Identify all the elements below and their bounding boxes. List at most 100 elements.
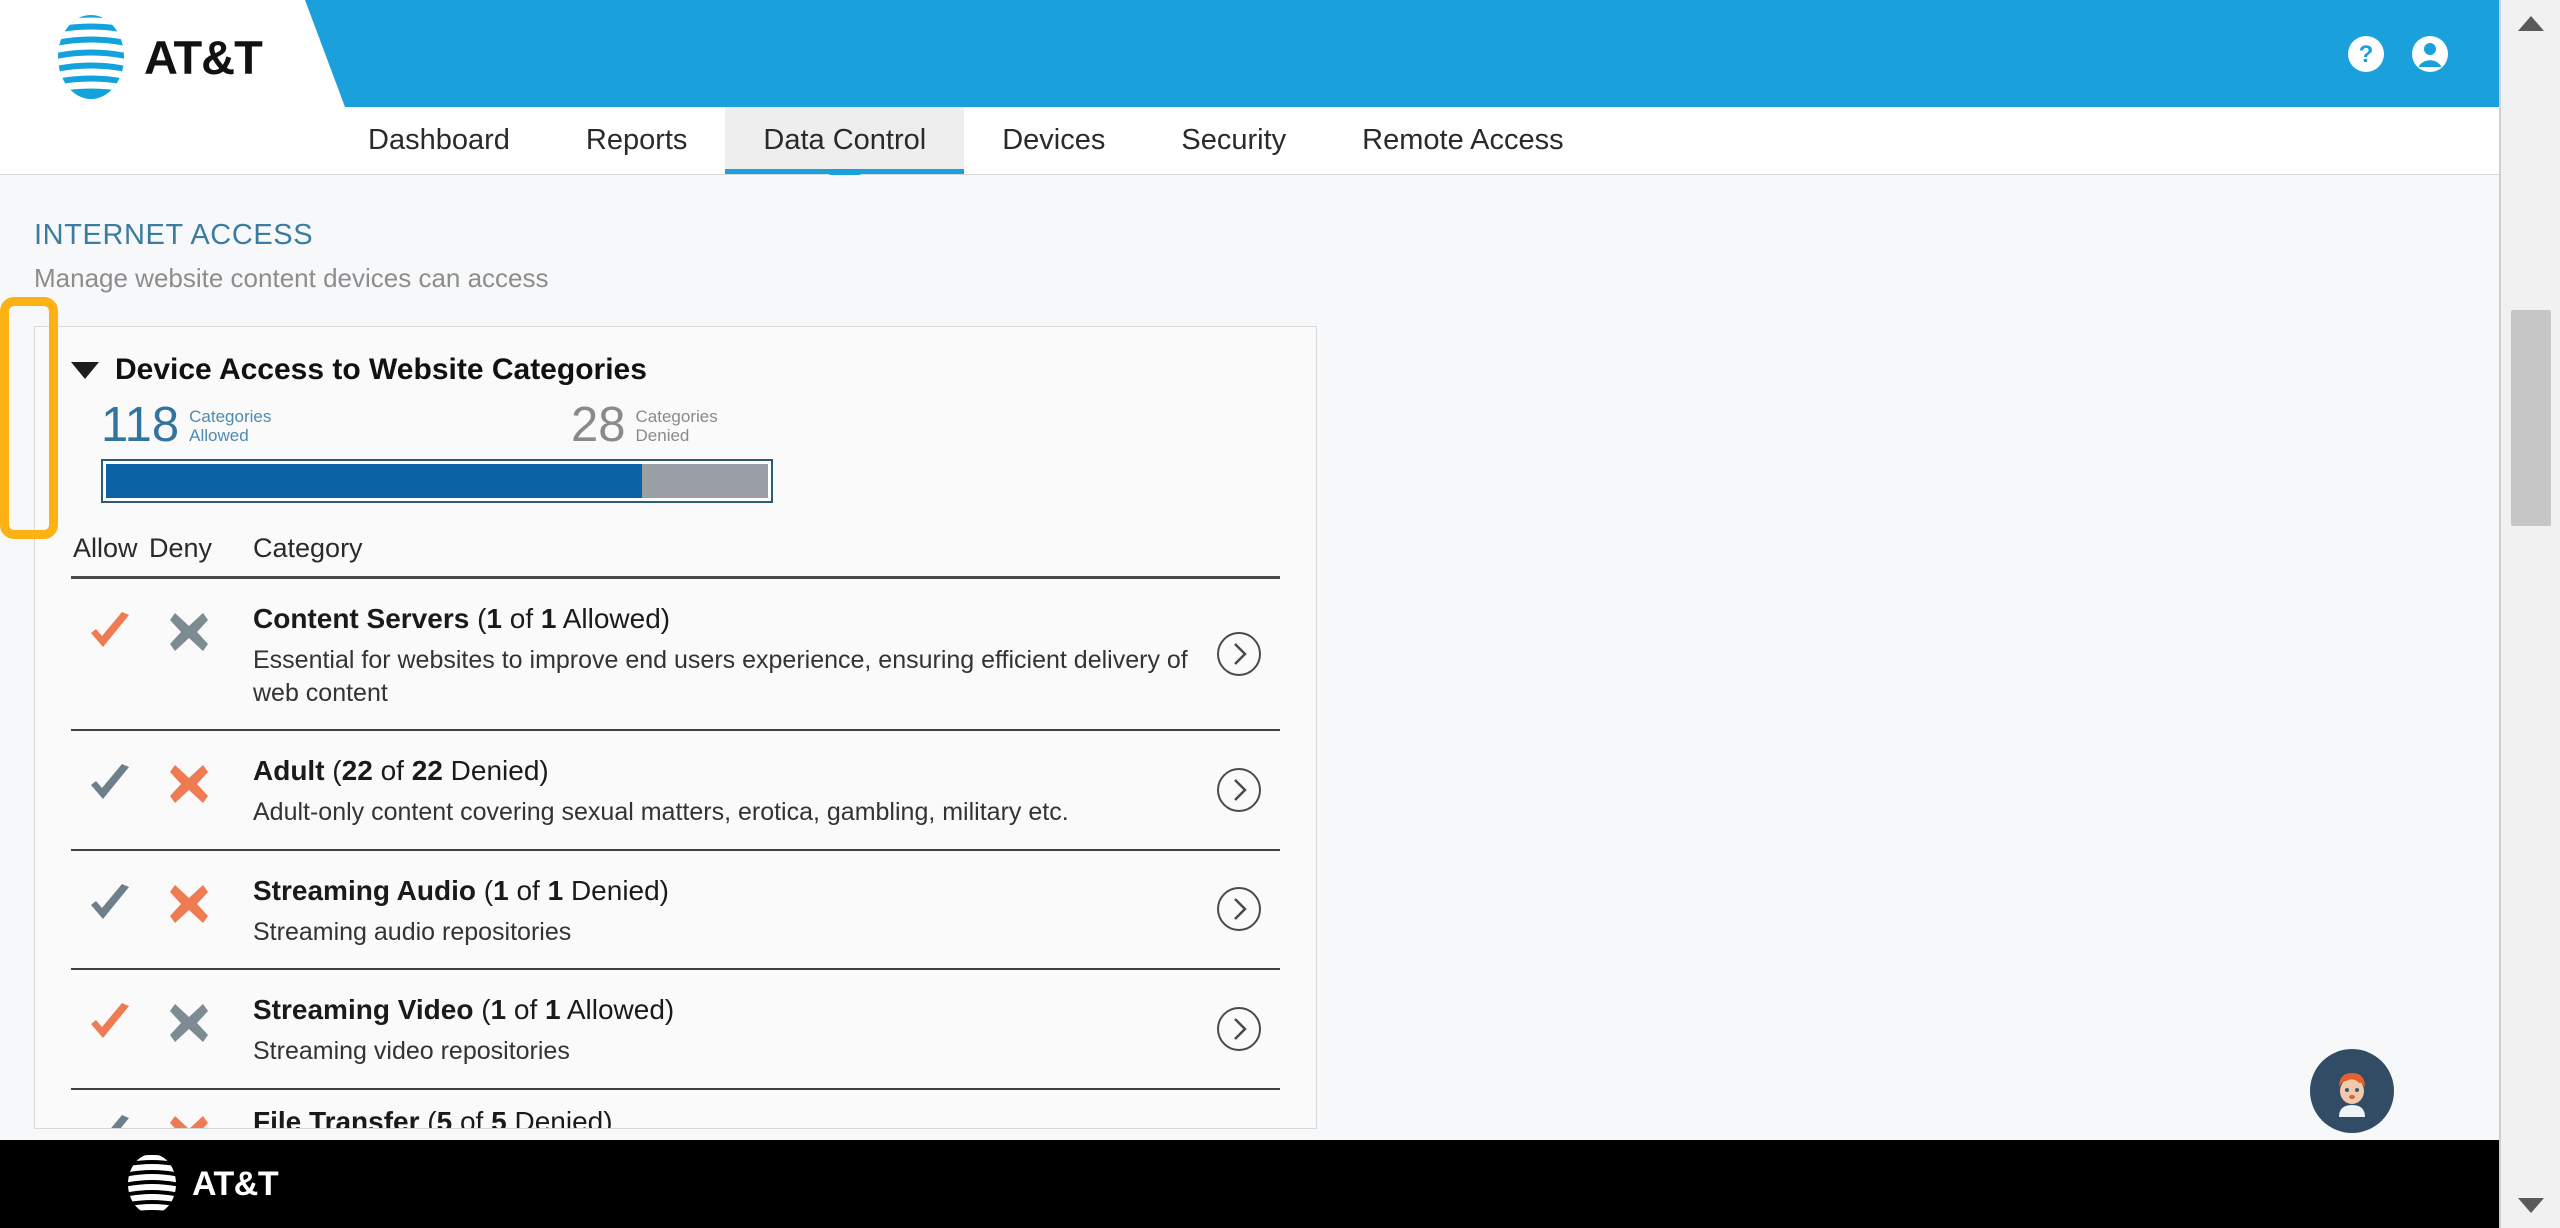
chevron-down-icon[interactable] xyxy=(71,361,99,379)
denied-label: Categories Denied xyxy=(636,407,718,445)
category-title-line: Streaming Audio (1 of 1 Denied) xyxy=(253,873,1220,908)
deny-toggle-cell[interactable] xyxy=(149,753,229,807)
deny-cross-icon[interactable] xyxy=(166,1112,212,1128)
category-count-a: 22 xyxy=(341,755,373,786)
chevron-right-circle-icon[interactable] xyxy=(1216,1006,1262,1052)
allowed-count: 118 xyxy=(101,398,180,452)
category-count-of: of xyxy=(508,874,548,906)
category-status: Allowed) xyxy=(556,603,671,634)
tab-dashboard[interactable]: Dashboard xyxy=(330,107,548,174)
tab-devices-label: Devices xyxy=(1002,124,1106,156)
deny-cross-icon[interactable] xyxy=(166,761,212,807)
category-description: Essential for websites to improve end us… xyxy=(253,646,1188,707)
category-name: File Transfer xyxy=(253,1105,420,1128)
allow-toggle-cell[interactable] xyxy=(71,601,149,655)
allow-toggle-cell[interactable] xyxy=(71,873,149,927)
category-cell: File Transfer (5 of 5 Denied) xyxy=(229,1104,1280,1128)
category-name: Adult xyxy=(253,755,325,786)
table-row[interactable]: Content Servers (1 of 1 Allowed) Essentia… xyxy=(71,579,1280,731)
category-cell: Streaming Audio (1 of 1 Denied) Streaming… xyxy=(229,873,1280,949)
browser-viewport: AT&T ? Dashboard Reports Data Control De… xyxy=(0,0,2500,1228)
category-status: Denied) xyxy=(506,1105,613,1128)
deny-cross-icon[interactable] xyxy=(166,1000,212,1046)
allow-check-icon[interactable] xyxy=(87,881,133,927)
denied-label-line1: Categories xyxy=(635,407,718,426)
card-header[interactable]: Device Access to Website Categories xyxy=(71,353,1280,387)
device-access-card: Device Access to Website Categories 118 … xyxy=(34,326,1317,1129)
category-title-line: Streaming Video (1 of 1 Allowed) xyxy=(253,992,1220,1027)
deny-toggle-cell[interactable] xyxy=(149,601,229,655)
category-count-a: 1 xyxy=(493,874,509,906)
allow-toggle-cell[interactable] xyxy=(71,753,149,807)
table-row[interactable]: Streaming Audio (1 of 1 Denied) Streaming… xyxy=(71,851,1280,970)
scroll-up-arrow-icon xyxy=(2518,15,2544,31)
category-name: Streaming Audio xyxy=(253,874,476,906)
tab-devices[interactable]: Devices xyxy=(964,107,1143,174)
chevron-right-circle-icon[interactable] xyxy=(1216,631,1262,677)
allow-check-icon[interactable] xyxy=(87,1112,133,1128)
allow-check-icon[interactable] xyxy=(87,1000,133,1046)
table-row[interactable]: Streaming Video (1 of 1 Allowed) Streamin… xyxy=(71,970,1280,1090)
allowed-label-line1: Categories xyxy=(189,407,272,426)
allow-check-icon[interactable] xyxy=(87,609,133,655)
category-count-a: 1 xyxy=(490,994,507,1025)
deny-cross-icon[interactable] xyxy=(166,609,212,655)
footer-att-logo: AT&T xyxy=(124,1153,279,1215)
category-status: Allowed) xyxy=(560,994,675,1025)
browser-scrollbar[interactable] xyxy=(2500,0,2560,1228)
category-cell: Streaming Video (1 of 1 Allowed) Streamin… xyxy=(229,992,1280,1068)
chevron-right-circle-icon[interactable] xyxy=(1216,886,1262,932)
att-globe-icon xyxy=(58,15,124,99)
scrollbar-thumb[interactable] xyxy=(2511,310,2551,526)
deny-toggle-cell[interactable] xyxy=(149,992,229,1046)
table-row[interactable]: File Transfer (5 of 5 Denied) xyxy=(71,1090,1280,1128)
category-cell: Content Servers (1 of 1 Allowed) Essentia… xyxy=(229,601,1280,709)
tab-data-control-label: Data Control xyxy=(763,124,927,156)
allow-check-icon[interactable] xyxy=(87,761,133,807)
page-footer: AT&T xyxy=(0,1140,2499,1228)
topbar-actions: ? xyxy=(2347,35,2449,73)
category-count-of: of xyxy=(506,994,546,1025)
main-navigation: Dashboard Reports Data Control Devices S… xyxy=(0,107,2499,190)
category-stats: 118 Categories Allowed 28 Categories Den… xyxy=(71,401,1280,459)
app-root: AT&T ? Dashboard Reports Data Control De… xyxy=(0,0,2560,1228)
help-circle-icon[interactable]: ? xyxy=(2347,35,2385,73)
deny-toggle-cell[interactable] xyxy=(149,873,229,927)
category-count-of: of xyxy=(501,603,541,634)
tab-data-control[interactable]: Data Control xyxy=(725,107,965,190)
table-header-row: Allow Deny Category xyxy=(71,533,1280,579)
page-subtitle: Manage website content devices can acces… xyxy=(34,263,549,293)
category-title-line: Content Servers (1 of 1 Allowed) xyxy=(253,601,1220,636)
category-title-line: File Transfer (5 of 5 Denied) xyxy=(253,1104,1220,1128)
category-description: Streaming audio repositories xyxy=(253,917,572,946)
category-name: Streaming Video xyxy=(253,994,474,1025)
top-brand-bar: AT&T ? xyxy=(0,0,2499,107)
tab-remote-access-label: Remote Access xyxy=(1362,124,1564,156)
tab-security[interactable]: Security xyxy=(1143,107,1324,174)
progress-fill xyxy=(106,464,643,498)
category-count-open: ( xyxy=(475,874,494,906)
deny-cross-icon[interactable] xyxy=(166,881,212,927)
stat-categories-allowed: 118 Categories Allowed xyxy=(101,401,271,450)
deny-toggle-cell[interactable] xyxy=(149,1104,229,1128)
tab-remote-access[interactable]: Remote Access xyxy=(1324,107,1601,174)
page-title: INTERNET ACCESS xyxy=(34,219,314,251)
assistant-chat-button[interactable] xyxy=(2310,1049,2394,1133)
table-row[interactable]: Adult (22 of 22 Denied) Adult-only conten… xyxy=(71,731,1280,851)
column-header-allow: Allow xyxy=(73,533,138,563)
scrollbar-down-button[interactable] xyxy=(2501,1182,2560,1228)
allow-toggle-cell[interactable] xyxy=(71,992,149,1046)
att-globe-footer-icon xyxy=(128,1154,176,1214)
category-count-a: 1 xyxy=(486,603,502,634)
category-cell: Adult (22 of 22 Denied) Adult-only conten… xyxy=(229,753,1280,829)
att-logo[interactable]: AT&T xyxy=(52,14,263,100)
chevron-right-circle-icon[interactable] xyxy=(1216,767,1262,813)
scrollbar-up-button[interactable] xyxy=(2501,0,2560,46)
denied-label-line2: Denied xyxy=(635,426,690,445)
footer-att-wordmark: AT&T xyxy=(192,1164,279,1203)
att-wordmark: AT&T xyxy=(144,30,263,84)
allow-toggle-cell[interactable] xyxy=(71,1104,149,1128)
tab-reports[interactable]: Reports xyxy=(548,107,726,174)
user-account-icon[interactable] xyxy=(2411,35,2449,73)
svg-text:?: ? xyxy=(2359,41,2374,68)
